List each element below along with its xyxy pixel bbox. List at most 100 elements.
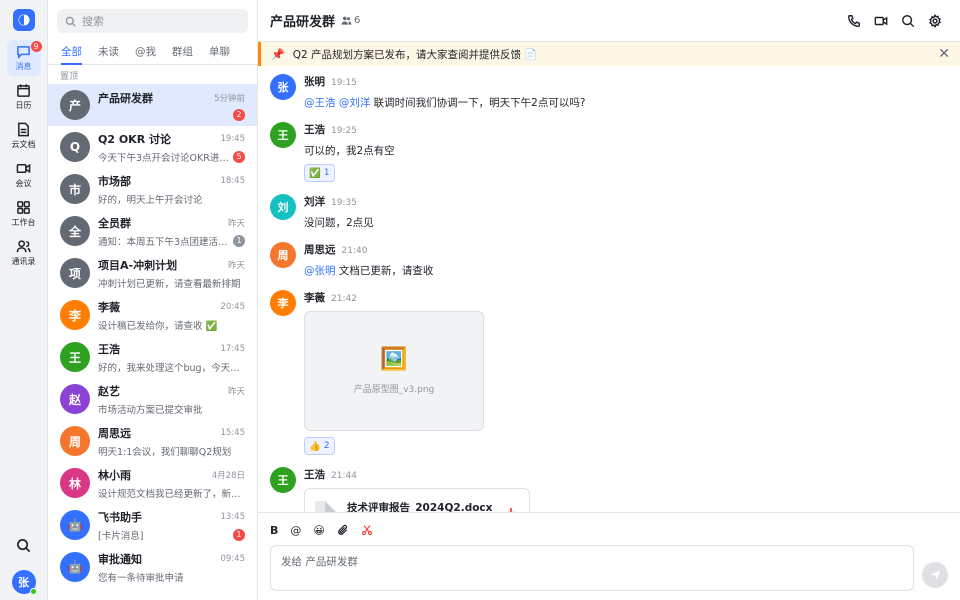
message-input[interactable]: 发给 产品研发群: [270, 545, 914, 591]
rail-item-contacts[interactable]: 通讯录: [7, 235, 41, 271]
mention-link[interactable]: @王浩 @刘洋: [304, 97, 370, 109]
search-placeholder: 搜索: [82, 15, 104, 28]
sender-name[interactable]: 刘洋: [304, 194, 325, 209]
message-text: @王浩 @刘洋 联调时间我们协调一下，明天下午2点可以吗?: [304, 95, 585, 110]
conversation-body: 赵艺 昨天 市场活动方案已提交审批: [98, 383, 245, 416]
message-header: 李薇 21:42: [304, 290, 484, 305]
video-call-button[interactable]: [867, 7, 894, 34]
chat-header: 产品研发群 6: [258, 0, 960, 42]
rail-item-calendar[interactable]: 日历: [7, 79, 41, 115]
file-attachment[interactable]: 技术评审报告_2024Q2.docx2.4 MB: [304, 488, 530, 512]
close-icon[interactable]: ✕: [938, 46, 950, 62]
voice-call-button[interactable]: [840, 7, 867, 34]
sender-name[interactable]: 张明: [304, 74, 325, 89]
rail-bottom: 张: [11, 538, 37, 595]
picture-icon: 🖼️: [380, 347, 408, 372]
conversation-body: 全员群 昨天 通知：本周五下午3点团建活动... 1: [98, 215, 245, 248]
tab-all[interactable]: 全部: [53, 39, 90, 65]
avatar: 全: [60, 216, 90, 246]
avatar[interactable]: 王: [270, 122, 296, 148]
conversation-preview: 您有一条待审批申请: [98, 572, 184, 584]
sender-name[interactable]: 王浩: [304, 122, 325, 137]
conversation-row-bottom: 设计规范文档我已经更新了，新增...: [98, 486, 245, 500]
conversation-time: 18:45: [220, 175, 246, 186]
conversation-item[interactable]: 林 林小雨 4月28日 设计规范文档我已经更新了，新增...: [48, 462, 257, 504]
conversation-time: 19:45: [220, 133, 246, 144]
search-icon: [65, 16, 76, 26]
tab-groups[interactable]: 群组: [164, 39, 201, 64]
avatar: 周: [60, 426, 90, 456]
conversation-item[interactable]: 项 项目A-冲刺计划 昨天 冲刺计划已更新，请查看最新排期: [48, 252, 257, 294]
avatar[interactable]: 王: [270, 467, 296, 493]
conversation-time: 09:45: [220, 553, 246, 564]
conversation-body: 周思远 15:45 明天1:1会议，我们聊聊Q2规划: [98, 425, 245, 458]
conversation-item[interactable]: 产 产品研发群 5分钟前 2: [48, 84, 257, 126]
avatar: 🤖: [60, 510, 90, 540]
filter-tabs: 全部 未读 @我 群组 单聊: [48, 39, 257, 65]
conversation-preview: 明天1:1会议，我们聊聊Q2规划: [98, 446, 232, 458]
conversation-body: 审批通知 09:45 您有一条待审批申请: [98, 551, 245, 584]
bold-button[interactable]: B: [270, 524, 278, 537]
conversation-time: 昨天: [227, 260, 245, 271]
conversation-item[interactable]: 王 王浩 17:45 好的，我来处理这个bug，今天内...: [48, 336, 257, 378]
search-input[interactable]: 搜索: [57, 9, 248, 33]
sender-name[interactable]: 周思远: [304, 242, 336, 257]
conversation-name: 李薇: [98, 300, 120, 314]
send-button[interactable]: [922, 562, 948, 588]
rail-item-messages[interactable]: 消息 9: [6, 40, 42, 76]
conversation-name: Q2 OKR 讨论: [98, 132, 172, 146]
conversation-item[interactable]: 李 李薇 20:45 设计稿已发给你，请查收 ✅: [48, 294, 257, 336]
chat-settings-button[interactable]: [921, 7, 948, 34]
message: 李 李薇 21:42 🖼️ 产品原型图_v3.png 👍 2: [270, 290, 948, 455]
conversation-body: 市场部 18:45 好的，明天上午开会讨论: [98, 173, 245, 206]
paperclip-icon: [338, 524, 348, 535]
conversation-body: 项目A-冲刺计划 昨天 冲刺计划已更新，请查看最新排期: [98, 257, 245, 290]
chat-title[interactable]: 产品研发群: [270, 11, 335, 30]
conversation-name: 全员群: [98, 216, 131, 230]
sender-name[interactable]: 王浩: [304, 467, 325, 482]
conversation-row-bottom: 今天下午3点开会讨论OKR进展... 5: [98, 150, 245, 164]
online-status-dot: [29, 588, 37, 595]
conversation-item[interactable]: 🤖 审批通知 09:45 您有一条待审批申请: [48, 546, 257, 588]
avatar[interactable]: 刘: [270, 194, 296, 220]
reaction-chip[interactable]: ✅ 1: [304, 164, 335, 182]
conversation-item[interactable]: 周 周思远 15:45 明天1:1会议，我们聊聊Q2规划: [48, 420, 257, 462]
member-count[interactable]: 6: [341, 15, 360, 26]
mention-link[interactable]: @张明: [304, 265, 336, 277]
tab-mentions[interactable]: @我: [127, 39, 164, 64]
emoji-button[interactable]: 😀: [313, 524, 324, 537]
rail-item-docs[interactable]: 云文档: [7, 118, 41, 154]
app-logo[interactable]: [12, 9, 35, 31]
conversation-item[interactable]: Q Q2 OKR 讨论 19:45 今天下午3点开会讨论OKR进展... 5: [48, 126, 257, 168]
message-header: 刘洋 19:35: [304, 194, 374, 209]
avatar-initial: 项: [68, 266, 81, 281]
conversation-item[interactable]: 赵 赵艺 昨天 市场活动方案已提交审批: [48, 378, 257, 420]
message-time: 19:35: [331, 198, 357, 208]
pinned-announcement[interactable]: 📌 Q2 产品规划方案已发布，请大家查阅并提供反馈 📄 ✕: [258, 42, 960, 66]
avatar[interactable]: 张: [270, 74, 296, 100]
conversation-item[interactable]: 🤖 飞书助手 13:45 [卡片消息] 1: [48, 504, 257, 546]
file-info: 技术评审报告_2024Q2.docx2.4 MB: [347, 500, 503, 513]
conversation-item[interactable]: 市 市场部 18:45 好的，明天上午开会讨论: [48, 168, 257, 210]
my-avatar[interactable]: 张: [11, 570, 37, 595]
avatar-initial: 王: [277, 474, 289, 487]
conversation-time: 4月28日: [211, 470, 245, 481]
attach-button[interactable]: [337, 524, 349, 536]
tab-direct[interactable]: 单聊: [201, 39, 238, 64]
tab-unread[interactable]: 未读: [90, 39, 127, 64]
search-chat-button[interactable]: [894, 7, 921, 34]
global-search-button[interactable]: [16, 538, 31, 557]
screenshot-button[interactable]: [361, 524, 373, 536]
reaction-chip[interactable]: 👍 2: [304, 437, 335, 455]
rail-item-meetings[interactable]: 会议: [7, 157, 41, 193]
rail-item-workplace[interactable]: 工作台: [7, 196, 41, 232]
conversation-item[interactable]: 全 全员群 昨天 通知：本周五下午3点团建活动... 1: [48, 210, 257, 252]
mention-button[interactable]: @: [290, 524, 301, 537]
rail-item-label: 通讯录: [11, 257, 36, 266]
image-attachment[interactable]: 🖼️ 产品原型图_v3.png: [304, 311, 484, 431]
conversation-row-top: 赵艺 昨天: [98, 383, 245, 399]
conversation-preview: 好的，我来处理这个bug，今天内...: [98, 362, 245, 374]
sender-name[interactable]: 李薇: [304, 290, 325, 305]
avatar[interactable]: 周: [270, 242, 296, 268]
avatar[interactable]: 李: [270, 290, 296, 316]
